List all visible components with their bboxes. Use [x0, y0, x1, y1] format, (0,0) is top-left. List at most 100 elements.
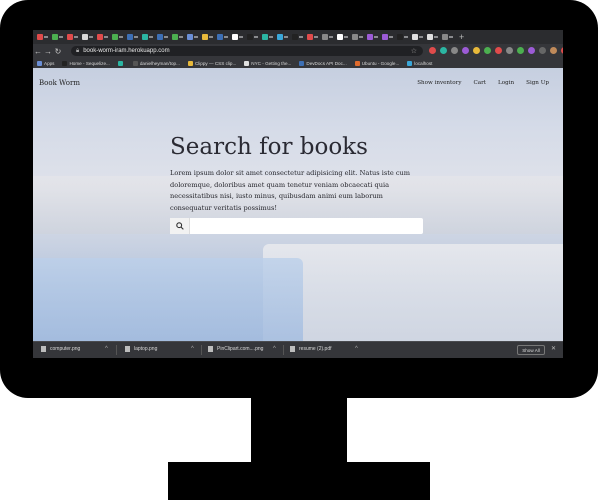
browser-tab[interactable] — [307, 33, 319, 42]
download-filename: computer.png — [50, 346, 81, 352]
extension-icon[interactable] — [462, 47, 469, 54]
browser-tab[interactable] — [367, 33, 379, 42]
extension-icon[interactable] — [517, 47, 524, 54]
bookmark-item[interactable]: Ubuntu - Google... — [354, 60, 400, 66]
monitor-neck — [251, 394, 347, 464]
bookmark-icon — [354, 60, 360, 66]
close-icon[interactable]: ✕ — [551, 345, 556, 352]
bookmark-icon — [407, 60, 413, 66]
chevron-up-icon[interactable]: ^ — [355, 346, 358, 352]
extension-icon[interactable] — [473, 47, 480, 54]
browser-tab[interactable] — [127, 33, 139, 42]
bookmark-icon — [117, 60, 123, 66]
nav-links: Show inventory Cart Login Sign Up — [417, 80, 549, 86]
book-search — [170, 218, 423, 235]
browser-tab[interactable] — [232, 33, 244, 42]
new-tab-icon[interactable]: + — [459, 32, 464, 42]
bookmark-item[interactable] — [117, 60, 125, 66]
star-icon[interactable]: ☆ — [411, 47, 417, 55]
browser-tab[interactable] — [217, 33, 229, 42]
extension-icon[interactable] — [440, 47, 447, 54]
bookmark-item[interactable]: NYC - Getting the... — [244, 60, 292, 66]
site-navbar: Book Worm Show inventory Cart Login Sign… — [33, 68, 563, 98]
search-input[interactable] — [191, 219, 422, 235]
nav-login[interactable]: Login — [498, 80, 514, 86]
web-page: Book Worm Show inventory Cart Login Sign… — [33, 68, 563, 341]
browser-tab[interactable] — [172, 33, 184, 42]
forward-icon[interactable]: → — [43, 47, 53, 56]
bookmark-item[interactable]: Apps — [37, 60, 55, 66]
download-filename: resume (2).pdf — [299, 346, 332, 352]
bookmark-item[interactable]: Clippy — CSS clip... — [187, 60, 236, 66]
browser-tab[interactable] — [322, 33, 334, 42]
chevron-up-icon[interactable]: ^ — [273, 346, 276, 352]
bookmark-label: NYC - Getting the... — [251, 60, 292, 66]
nav-sign-up[interactable]: Sign Up — [526, 80, 549, 86]
download-item[interactable]: resume (2).pdf — [290, 346, 332, 352]
extension-icon[interactable] — [429, 47, 436, 54]
back-icon[interactable]: ← — [33, 47, 43, 56]
bookmark-item[interactable]: Home - Sequelize... — [62, 60, 110, 66]
browser-tab[interactable] — [67, 33, 79, 42]
background-book — [33, 258, 303, 341]
browser-tab[interactable] — [247, 33, 259, 42]
download-item[interactable]: laptop.png — [125, 346, 157, 352]
bookmark-item[interactable]: localhost — [407, 60, 433, 66]
download-filename: laptop.png — [134, 346, 158, 352]
nav-cart[interactable]: Cart — [474, 80, 487, 86]
extension-icon[interactable] — [506, 47, 513, 54]
avatar[interactable] — [550, 47, 557, 54]
extension-icon[interactable] — [451, 47, 458, 54]
bookmark-icon — [132, 60, 138, 66]
browser-tab[interactable] — [142, 33, 154, 42]
chevron-up-icon[interactable]: ^ — [105, 346, 108, 352]
bookmark-item[interactable]: DevDocs API Doc... — [299, 60, 347, 66]
tab-strip: + — [33, 30, 563, 44]
chevron-up-icon[interactable]: ^ — [191, 346, 194, 352]
extension-icon[interactable] — [528, 47, 535, 54]
browser-tab[interactable] — [37, 33, 49, 42]
browser-tab[interactable] — [427, 33, 439, 42]
divider — [283, 345, 284, 355]
bookmark-item[interactable]: danielheyman/top... — [132, 60, 180, 66]
browser-tab[interactable] — [187, 33, 199, 42]
browser-tab[interactable] — [52, 33, 64, 42]
download-item[interactable]: computer.png — [41, 346, 80, 352]
reload-icon[interactable]: ↻ — [53, 47, 63, 56]
extensions — [429, 47, 563, 54]
browser-tab[interactable] — [382, 33, 394, 42]
extension-icon[interactable] — [539, 47, 546, 54]
browser-tab[interactable] — [352, 33, 364, 42]
browser-tab[interactable] — [262, 33, 274, 42]
search-icon — [175, 222, 184, 230]
bookmark-icon — [37, 60, 42, 66]
browser-tab[interactable] — [292, 33, 304, 42]
browser-tab[interactable] — [412, 33, 424, 42]
browser-tab[interactable] — [202, 33, 214, 42]
bookmark-label: localhost — [414, 60, 433, 66]
url-text: book-worm-iram.herokuapp.com — [83, 48, 170, 54]
bookmark-label: Apps — [44, 60, 55, 66]
browser-tab[interactable] — [97, 33, 109, 42]
browser-tab[interactable] — [397, 33, 409, 42]
site-brand[interactable]: Book Worm — [39, 79, 80, 87]
show-all-button[interactable]: Show All — [517, 345, 545, 355]
extension-icon[interactable] — [495, 47, 502, 54]
extension-icon[interactable] — [561, 47, 563, 54]
browser-tab[interactable] — [442, 33, 454, 42]
bookmark-label: Ubuntu - Google... — [361, 60, 400, 66]
bookmark-label: DevDocs API Doc... — [306, 60, 347, 66]
browser-tab[interactable] — [112, 33, 124, 42]
nav-show-inventory[interactable]: Show inventory — [417, 80, 461, 86]
browser-tab[interactable] — [82, 33, 94, 42]
address-bar[interactable]: 🔒︎ book-worm-iram.herokuapp.com ☆ — [71, 46, 423, 56]
extension-icon[interactable] — [484, 47, 491, 54]
download-filename: PinClipart.com....png — [217, 346, 264, 352]
browser-tab[interactable] — [337, 33, 349, 42]
bookmark-label: Home - Sequelize... — [69, 60, 110, 66]
browser-tab[interactable] — [157, 33, 169, 42]
browser-tab[interactable] — [277, 33, 289, 42]
download-item[interactable]: PinClipart.com....png — [208, 346, 263, 352]
bookmark-icon — [187, 60, 193, 66]
search-button[interactable] — [170, 218, 190, 234]
